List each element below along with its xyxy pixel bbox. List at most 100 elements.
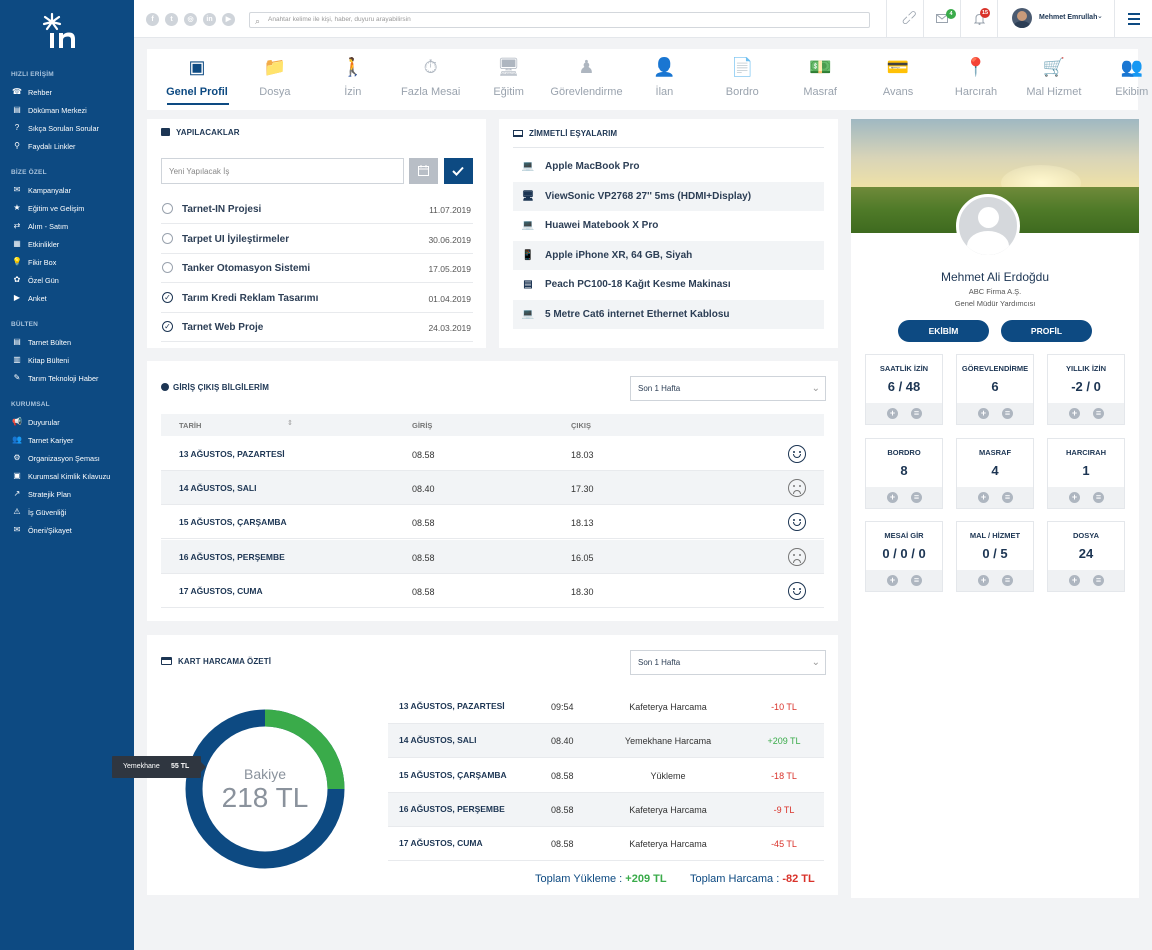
todo-add-button[interactable] — [444, 158, 473, 184]
sidebar-item[interactable]: ▥ Kitap Bülteni — [12, 353, 69, 367]
instagram-icon[interactable]: ◎ — [184, 13, 197, 26]
list-icon[interactable]: ≡ — [1002, 408, 1013, 419]
todo-date-button[interactable] — [409, 158, 438, 184]
sidebar-item[interactable]: ✿ Özel Gün — [12, 273, 59, 287]
search-input[interactable]: ⌕ Anahtar kelime ile kişi, haber, duyuru… — [249, 12, 870, 28]
list-icon[interactable]: ≡ — [911, 408, 922, 419]
profile-avatar[interactable] — [956, 194, 1020, 258]
sidebar-item[interactable]: 📢 Duyurular — [12, 415, 60, 429]
tab-0[interactable]: ▣ Genel Profil — [157, 55, 237, 105]
plus-icon[interactable]: + — [978, 575, 989, 586]
sidebar-item[interactable]: 💡 Fikir Box — [12, 255, 56, 269]
notification-button[interactable]: 15 — [960, 0, 997, 38]
list-icon[interactable]: ≡ — [1002, 575, 1013, 586]
sidebar-item[interactable]: ▶ Anket — [12, 291, 47, 305]
team-button[interactable]: EKİBİM — [898, 320, 989, 342]
tab-5[interactable]: ♟ Görevlendirme — [547, 55, 627, 105]
stat-actions: + ≡ — [957, 486, 1033, 508]
tab-9[interactable]: 💳 Avans — [858, 55, 938, 105]
tab-12[interactable]: 👥 Ekibim — [1092, 55, 1152, 105]
plus-icon[interactable]: + — [978, 491, 989, 503]
checked-circle-icon[interactable]: ✓ — [162, 321, 173, 332]
stat-tile[interactable]: DOSYA 24 + ≡ — [1047, 521, 1125, 592]
list-icon[interactable]: ≡ — [1093, 408, 1104, 419]
sort-icon[interactable]: ⇕ — [287, 419, 293, 427]
stat-tile[interactable]: MAL / HİZMET 0 / 5 + ≡ — [956, 521, 1034, 592]
linkedin-icon[interactable]: in — [203, 13, 216, 26]
tab-4[interactable]: 🖥 Eğitim — [469, 55, 549, 105]
sidebar-item[interactable]: ⚠ İş Güvenliği — [12, 505, 66, 519]
stat-tile[interactable]: YILLIK İZİN -2 / 0 + ≡ — [1047, 354, 1125, 425]
plus-icon[interactable]: + — [887, 491, 898, 503]
tab-3[interactable]: ⏱ Fazla Mesai — [391, 55, 471, 105]
plus-icon[interactable]: + — [887, 408, 898, 419]
twitter-icon[interactable]: t — [165, 13, 178, 26]
stat-tile[interactable]: GÖREVLENDİRME 6 + ≡ — [956, 354, 1034, 425]
stat-tile[interactable]: HARCIRAH 1 + ≡ — [1047, 437, 1125, 509]
sidebar-item[interactable]: 👥 Tarnet Kariyer — [12, 433, 73, 447]
sidebar-item[interactable]: ✉ Kampanyalar — [12, 183, 71, 197]
sidebar-item[interactable]: ★ Eğitim ve Gelişim — [12, 201, 84, 215]
youtube-icon[interactable]: ▶ — [222, 13, 235, 26]
sidebar-item[interactable]: ▣ Kurumsal Kimlik Kılavuzu — [12, 469, 110, 483]
todo-item[interactable]: Tanker Otomasyon Sistemi 17.05.2019 — [161, 254, 473, 283]
sidebar-item[interactable]: ▤ Döküman Merkezi — [12, 103, 87, 117]
sidebar-item[interactable]: ? Sıkça Sorulan Sorular — [12, 121, 99, 135]
plus-icon[interactable]: + — [1069, 491, 1080, 503]
tab-10[interactable]: 📍 Harcırah — [936, 55, 1016, 105]
in-logo[interactable] — [40, 12, 80, 52]
todo-item[interactable]: ✓ Tarım Kredi Reklam Tasarımı 01.04.2019 — [161, 284, 473, 313]
empty-circle-icon[interactable] — [162, 203, 173, 214]
spend-period-select[interactable]: Son 1 Hafta ⌄ — [630, 650, 826, 675]
plus-icon[interactable]: + — [978, 408, 989, 419]
user-menu[interactable]: Mehmet Emrullah ⌄ — [997, 0, 1114, 38]
list-icon[interactable]: ≡ — [1093, 575, 1104, 586]
sidebar-item-label: Kurumsal Kimlik Kılavuzu — [28, 471, 111, 481]
sidebar-item[interactable]: ↗ Stratejik Plan — [12, 487, 71, 501]
sidebar-item[interactable]: ⇄ Alım - Satım — [12, 219, 69, 233]
tab-7[interactable]: 📄 Bordro — [702, 55, 782, 105]
stat-tile[interactable]: MASRAF 4 + ≡ — [956, 437, 1034, 509]
tab-6[interactable]: 👤 İlan — [624, 55, 704, 105]
tab-11[interactable]: 🛒 Mal Hizmet — [1014, 55, 1094, 105]
todo-item[interactable]: Tarpet UI İyileştirmeler 30.06.2019 — [161, 225, 473, 254]
sidebar-item[interactable]: ✎ Tarım Teknoloji Haber — [12, 371, 99, 385]
list-icon[interactable]: ≡ — [911, 575, 922, 586]
new-todo-input[interactable]: Yeni Yapılacak İş — [161, 158, 404, 184]
attendance-row: 17 AĞUSTOS, CUMA 08.58 18.30 — [161, 574, 824, 608]
tab-8[interactable]: 💵 Masraf — [780, 55, 860, 105]
plus-icon[interactable]: + — [887, 575, 898, 586]
stat-tile[interactable]: SAATLİK İZİN 6 / 48 + ≡ — [865, 354, 943, 425]
todo-item[interactable]: ✓ Tarnet Web Proje 24.03.2019 — [161, 313, 473, 342]
sidebar-item[interactable]: ☎ Rehber — [12, 85, 52, 99]
tab-label: İlan — [655, 86, 674, 98]
plus-icon[interactable]: + — [1069, 575, 1080, 586]
sidebar-item[interactable]: ▤ Tarnet Bülten — [12, 335, 71, 349]
hamburger-menu-button[interactable] — [1114, 0, 1152, 38]
empty-circle-icon[interactable] — [162, 232, 173, 244]
new-todo-placeholder: Yeni Yapılacak İş — [169, 167, 230, 176]
tab-2[interactable]: 🚶 İzin — [313, 55, 393, 105]
facebook-icon[interactable]: f — [146, 13, 159, 26]
sidebar-item[interactable]: ✉ Öneri/Şikayet — [12, 523, 72, 537]
profile-button[interactable]: PROFİL — [1001, 320, 1092, 342]
checked-circle-icon[interactable]: ✓ — [162, 291, 173, 303]
list-icon[interactable]: ≡ — [911, 491, 922, 503]
plus-icon[interactable]: + — [1069, 408, 1080, 419]
asset-name: Peach PC100-18 Kağıt Kesme Makinası — [545, 279, 731, 291]
attendance-period-select[interactable]: Son 1 Hafta ⌄ — [630, 376, 826, 401]
tab-1[interactable]: 📁 Dosya — [235, 55, 315, 105]
list-icon[interactable]: ≡ — [1093, 491, 1104, 503]
list-icon[interactable]: ≡ — [1002, 491, 1013, 503]
attendance-out: 17.30 — [571, 484, 594, 495]
stat-tile[interactable]: BORDRO 8 + ≡ — [865, 437, 943, 509]
todo-item[interactable]: Tarnet-IN Projesi 11.07.2019 — [161, 195, 473, 224]
sidebar-item[interactable]: ▦ Etkinlikler — [12, 237, 59, 251]
stat-tile[interactable]: MESAİ GİR 0 / 0 / 0 + ≡ — [865, 521, 943, 592]
sidebar-item[interactable]: ⚙ Organizasyon Şeması — [12, 451, 99, 465]
sidebar-item-icon: 💡 — [12, 257, 22, 266]
mail-button[interactable]: 4 — [923, 0, 960, 38]
empty-circle-icon[interactable] — [162, 262, 173, 273]
link-button[interactable]: ⊂⊃ — [886, 0, 923, 38]
sidebar-item[interactable]: ⚲ Faydalı Linkler — [12, 139, 75, 153]
